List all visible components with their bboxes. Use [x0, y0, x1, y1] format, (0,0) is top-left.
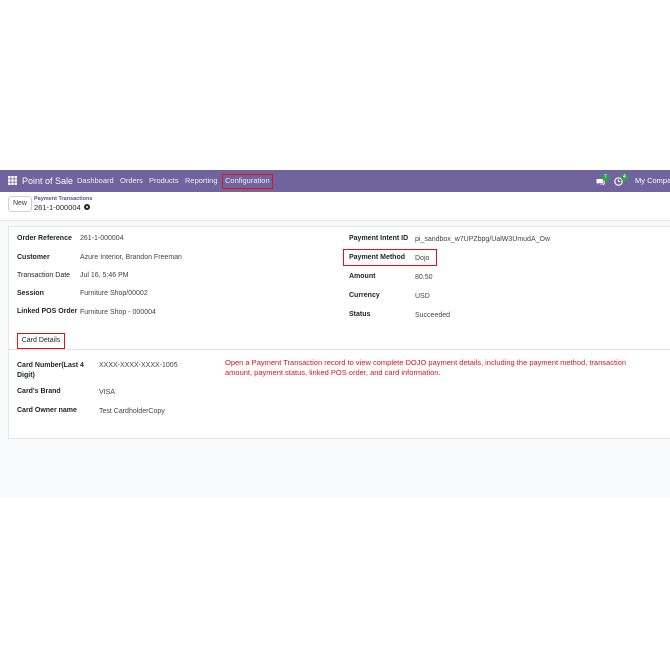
control-panel: New Payment Transactions 261-1-000004 — [0, 192, 670, 221]
value-card-brand: VISA — [99, 389, 115, 396]
label-session: Session — [17, 290, 44, 297]
tab-divider — [8, 349, 670, 350]
app-name[interactable]: Point of Sale — [22, 170, 73, 192]
new-button[interactable]: New — [8, 196, 32, 212]
label-transaction-date: Transaction Date — [17, 272, 71, 279]
menu-products[interactable]: Products — [149, 170, 179, 192]
value-transaction-date: Jul 16, 5:46 PM — [80, 272, 129, 279]
label-payment-method: Payment Method — [349, 254, 406, 261]
value-customer[interactable]: Azure Interior, Brandon Freeman — [80, 254, 182, 261]
label-linked-pos-order: Linked POS Order — [17, 308, 78, 315]
value-currency: USD — [415, 293, 430, 300]
breadcrumb-parent[interactable]: Payment Transactions — [34, 196, 92, 202]
value-payment-intent-id: pi_sandbox_w7UPZbpg/UalW3UmudA_Ow — [415, 236, 551, 243]
value-amount: 80.50 — [415, 274, 433, 281]
top-navbar: Point of Sale Dashboard Orders Products … — [0, 170, 670, 192]
breadcrumb-current-label: 261-1-000004 — [34, 203, 81, 212]
label-customer: Customer — [17, 254, 50, 261]
tab-card-details[interactable]: Card Details — [17, 333, 65, 349]
menu-reporting[interactable]: Reporting — [185, 170, 218, 192]
label-card-brand: Card's Brand — [17, 388, 61, 395]
value-linked-pos-order[interactable]: Furniture Shop - 000004 — [80, 309, 156, 316]
gear-icon[interactable] — [83, 204, 90, 210]
activity-badge: 4 — [621, 174, 628, 181]
label-card-number: Card Number(Last 4 Digit) — [17, 362, 84, 379]
breadcrumb-current: 261-1-000004 — [34, 203, 90, 212]
label-card-owner: Card Owner name — [17, 407, 77, 414]
label-status: Status — [349, 311, 371, 318]
value-payment-method: Dojo — [415, 255, 430, 262]
value-card-owner: Test CardholderCopy — [99, 408, 165, 415]
value-card-number: XXXX-XXXX-XXXX-1005 — [99, 362, 178, 369]
label-amount: Amount — [349, 273, 376, 280]
company-switcher[interactable]: My Company — [635, 170, 670, 192]
value-status: Succeeded — [415, 312, 451, 319]
value-order-reference: 261-1-000004 — [80, 235, 124, 242]
label-payment-intent-id: Payment Intent ID — [349, 235, 409, 242]
value-session[interactable]: Furniture Shop/00002 — [80, 290, 148, 297]
menu-dashboard[interactable]: Dashboard — [77, 170, 114, 192]
apps-grid-icon[interactable] — [8, 170, 18, 192]
menu-orders[interactable]: Orders — [120, 170, 143, 192]
label-currency: Currency — [349, 292, 380, 299]
menu-configuration[interactable]: Configuration — [222, 174, 273, 189]
label-order-reference: Order Reference — [17, 235, 72, 242]
annotation-note: Open a Payment Transaction record to vie… — [225, 358, 627, 377]
chat-badge: 7 — [602, 174, 609, 181]
